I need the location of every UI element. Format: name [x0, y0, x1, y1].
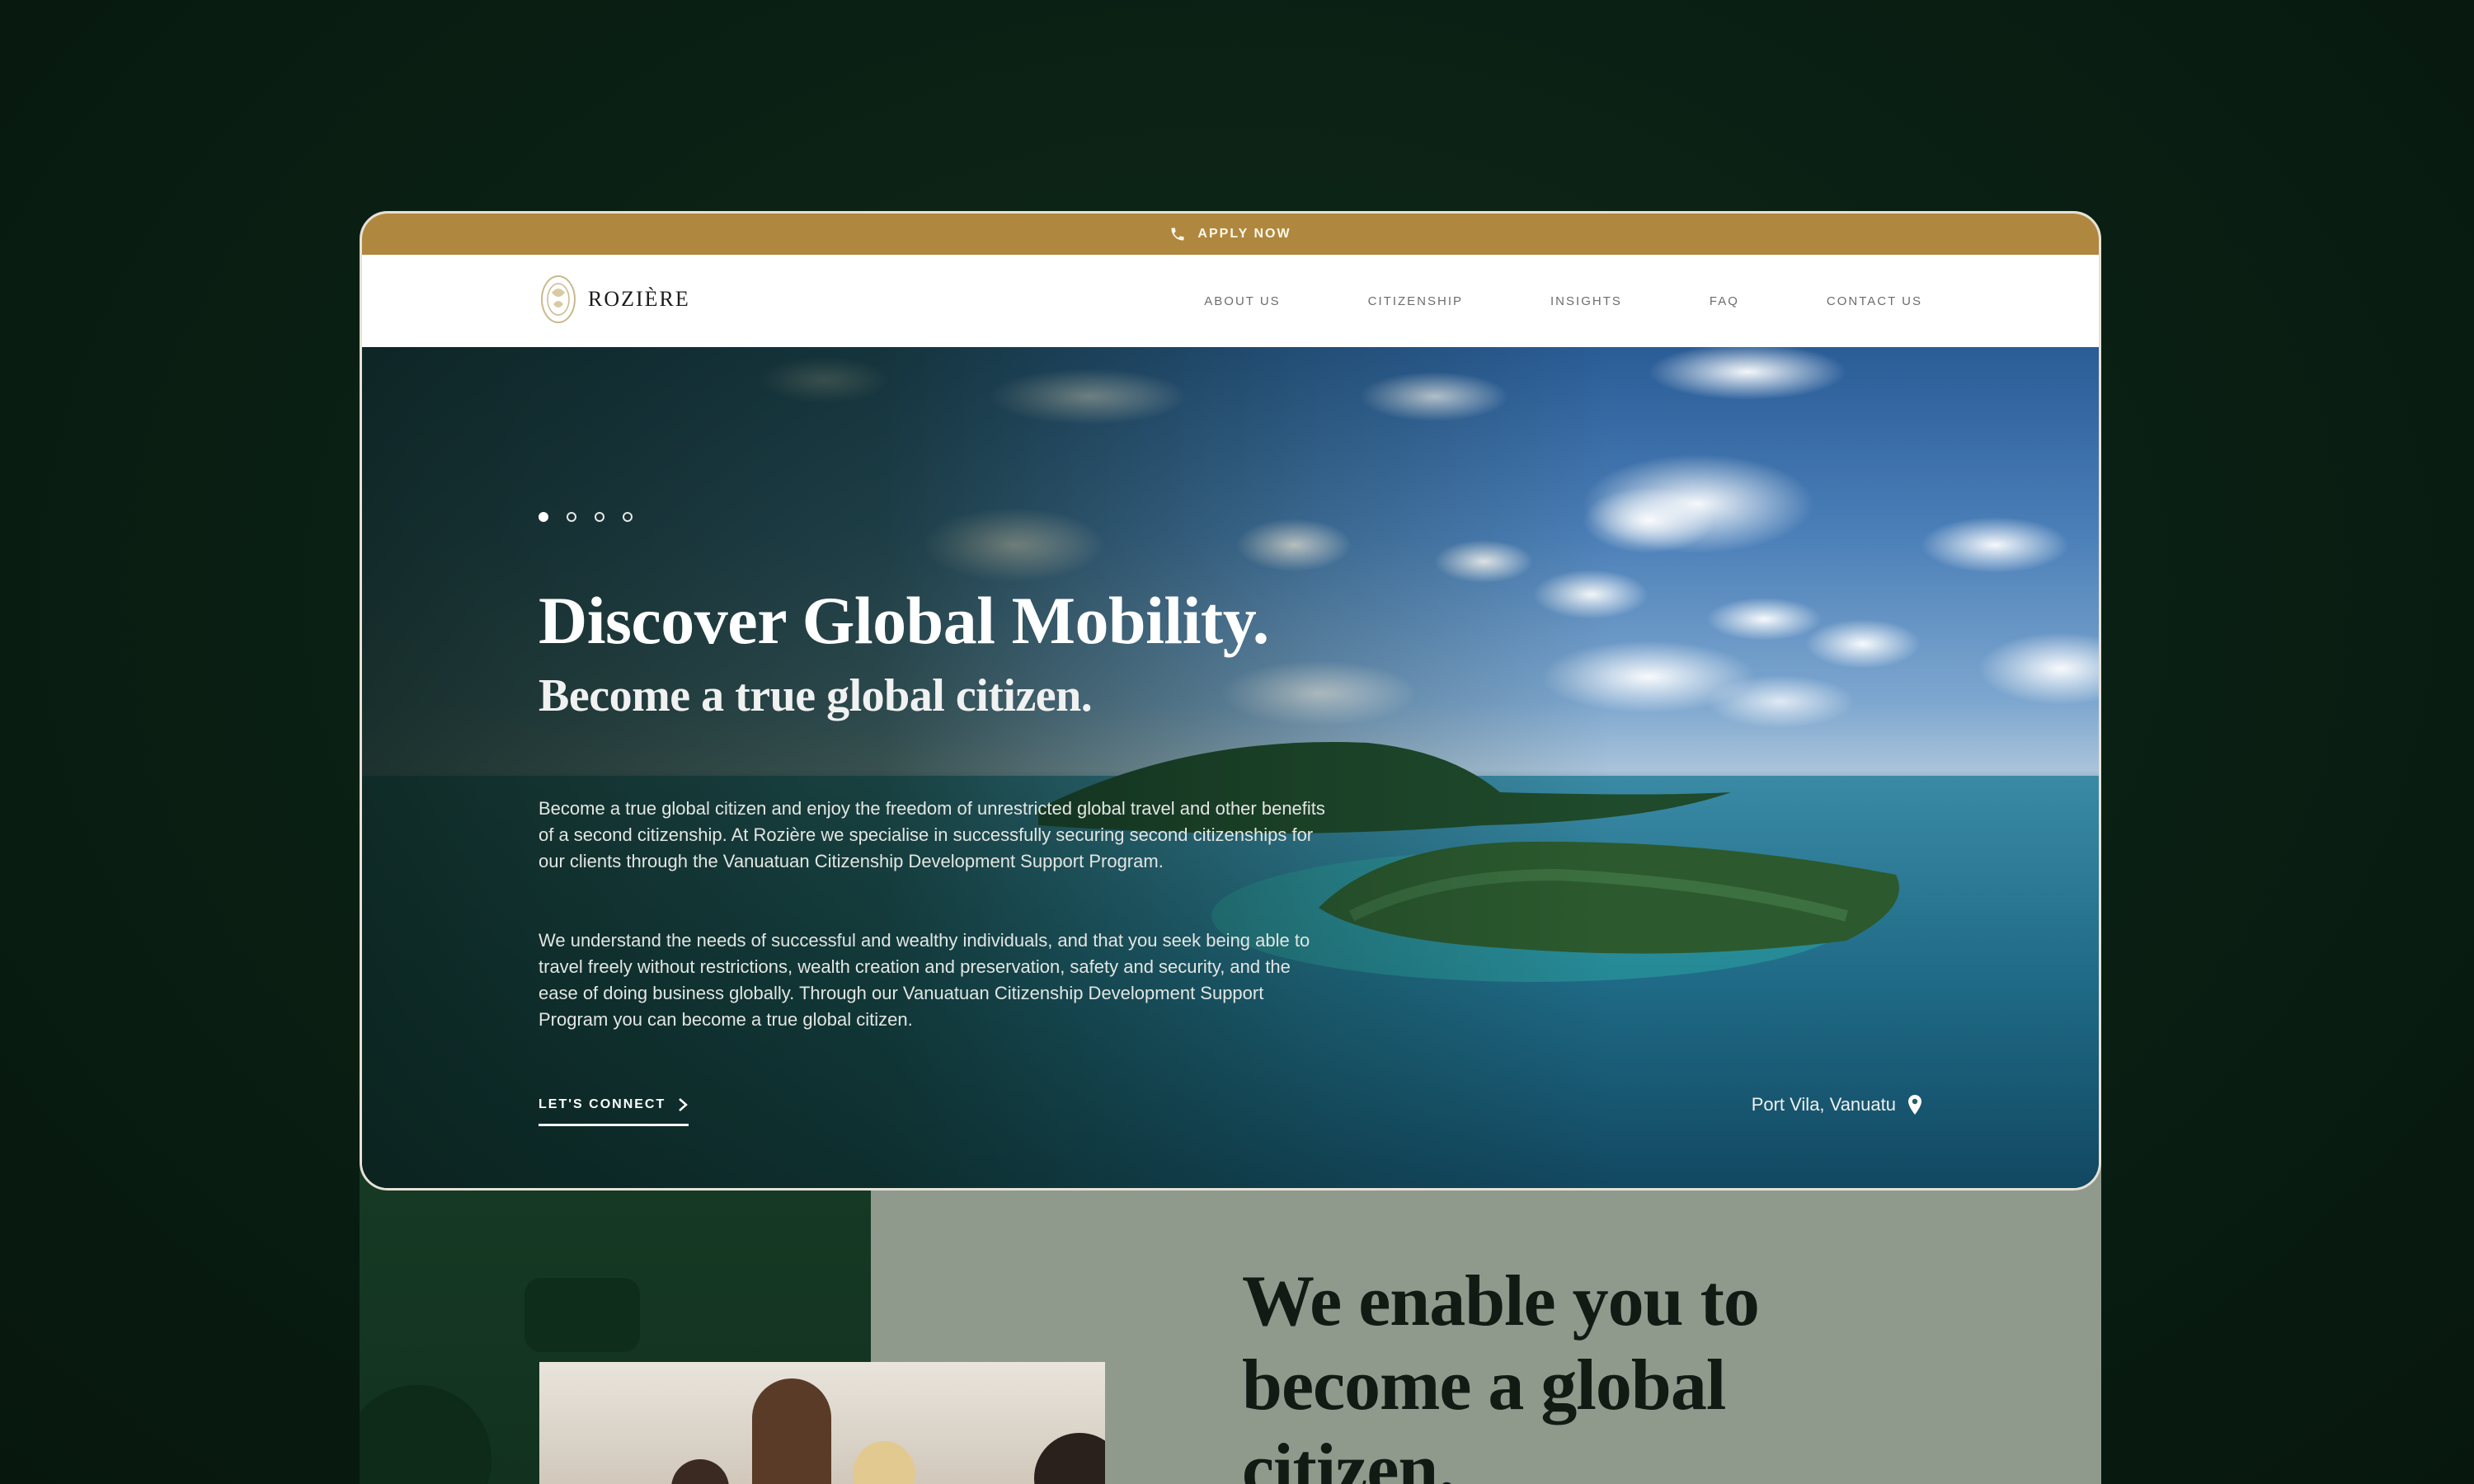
nav-item-faq[interactable]: FAQ	[1710, 294, 1739, 308]
brand-logo[interactable]: ROZIÈRE	[539, 273, 690, 326]
apply-now-bar[interactable]: APPLY NOW	[362, 214, 2099, 255]
location-tag: Port Vila, Vanuatu	[1752, 1094, 1922, 1115]
hero-paragraph: We understand the needs of successful an…	[539, 930, 1310, 1030]
slide-dot[interactable]	[567, 512, 576, 522]
lower-section: We enable you to become a global citizen…	[360, 1154, 2101, 1484]
lets-connect-button[interactable]: LET'S CONNECT	[539, 1097, 689, 1126]
nav-item-insights[interactable]: INSIGHTS	[1550, 294, 1622, 308]
slide-indicators	[539, 512, 633, 522]
main-nav: ABOUT US CITIZENSHIP INSIGHTS FAQ CONTAC…	[1204, 255, 1922, 347]
nav-item-contact-us[interactable]: CONTACT US	[1827, 294, 1922, 308]
hero-section: Discover Global Mobility. Become a true …	[362, 347, 2099, 1188]
hero-overlay	[362, 347, 2099, 1188]
slide-dot[interactable]	[623, 512, 633, 522]
brand-name: ROZIÈRE	[588, 287, 690, 311]
section-heading: We enable you to become a global citizen…	[1242, 1261, 1760, 1484]
jet-cabin-photo	[539, 1362, 1105, 1484]
hero-paragraph: Become a true global citizen and enjoy t…	[539, 798, 1325, 871]
page-stage: We enable you to become a global citizen…	[0, 0, 2474, 1484]
location-text: Port Vila, Vanuatu	[1751, 1094, 1896, 1115]
map-pin-icon	[1908, 1095, 1921, 1115]
phone-icon	[1171, 228, 1184, 241]
website-card: APPLY NOW ROZIÈRE ABOUT US CITIZENSHIP I…	[360, 211, 2101, 1190]
nav-item-citizenship[interactable]: CITIZENSHIP	[1368, 294, 1463, 308]
person-figure	[671, 1459, 729, 1484]
hero-title: Discover Global Mobility.	[539, 583, 1269, 658]
apply-now-link[interactable]: APPLY NOW	[1197, 227, 1291, 242]
nav-item-about-us[interactable]: ABOUT US	[1204, 294, 1280, 308]
person-figure	[1034, 1433, 1105, 1484]
chevron-right-icon	[679, 1098, 689, 1111]
lets-connect-label: LET'S CONNECT	[539, 1097, 666, 1111]
slide-dot[interactable]	[595, 512, 604, 522]
crest-logo-icon	[541, 275, 576, 323]
site-header: ROZIÈRE ABOUT US CITIZENSHIP INSIGHTS FA…	[362, 255, 2099, 347]
hero-subtitle: Become a true global citizen.	[539, 670, 1093, 721]
cabin-door	[752, 1378, 831, 1484]
background-shape	[360, 1385, 492, 1484]
background-shape	[524, 1278, 640, 1352]
slide-dot[interactable]	[539, 512, 548, 522]
person-figure	[853, 1441, 915, 1484]
